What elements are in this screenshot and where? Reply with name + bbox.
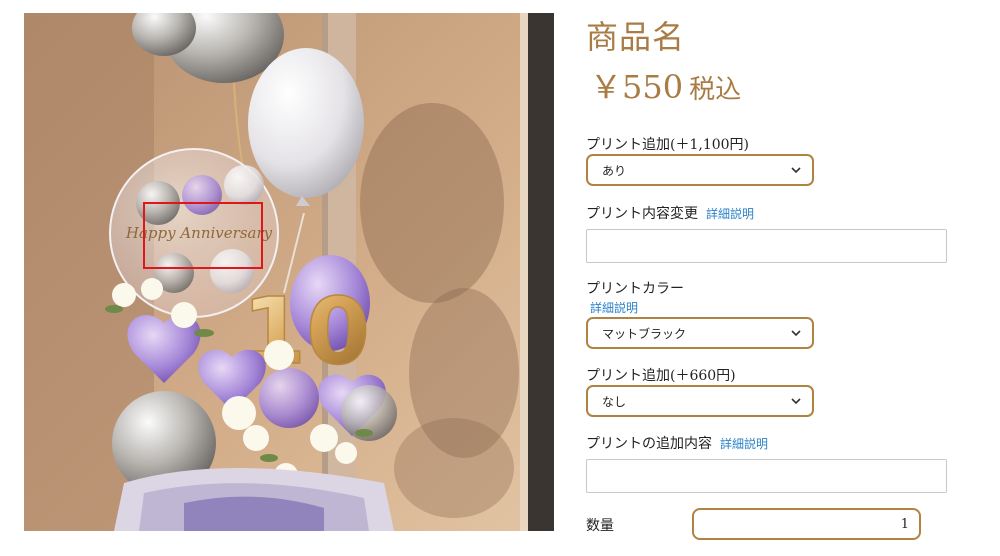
print-add-label: プリント追加(＋1,100円) xyxy=(586,137,750,153)
print-add2-label: プリント追加(＋660円) xyxy=(586,368,736,384)
price-tax-label: 税込 xyxy=(689,75,742,105)
print-extra-help-link[interactable]: 詳細説明 xyxy=(720,437,768,451)
print-change-label-row: プリント内容変更 詳細説明 xyxy=(586,203,754,223)
price-amount: ￥550 xyxy=(590,68,684,106)
print-change-label: プリント内容変更 xyxy=(586,206,698,222)
balloon-bouquet-illustration: Happy Anniversary 10 xyxy=(24,13,554,531)
print-add-selected-value: あり xyxy=(602,163,627,178)
print-add-select[interactable]: あり xyxy=(586,154,814,186)
product-price: ￥550 税込 xyxy=(590,62,741,108)
print-extra-input[interactable] xyxy=(586,459,947,493)
quantity-label: 数量 xyxy=(586,518,614,534)
product-image: Happy Anniversary 10 xyxy=(24,13,554,531)
quantity-input[interactable]: 1 xyxy=(692,508,921,540)
print-color-selected-value: マットブラック xyxy=(602,326,687,341)
print-add2-select[interactable]: なし xyxy=(586,385,814,417)
highlight-box xyxy=(143,202,263,269)
product-title: 商品名 xyxy=(586,18,686,56)
chevron-down-icon xyxy=(790,164,802,176)
chevron-down-icon xyxy=(790,327,802,339)
print-extra-label: プリントの追加内容 xyxy=(586,436,712,452)
print-add2-selected-value: なし xyxy=(602,394,627,409)
print-extra-label-row: プリントの追加内容 詳細説明 xyxy=(586,433,768,453)
print-color-label: プリントカラー xyxy=(586,281,684,297)
print-color-help-link[interactable]: 詳細説明 xyxy=(590,299,638,316)
print-change-input[interactable] xyxy=(586,229,947,263)
print-change-help-link[interactable]: 詳細説明 xyxy=(706,207,754,221)
print-color-select[interactable]: マットブラック xyxy=(586,317,814,349)
chevron-down-icon xyxy=(790,395,802,407)
quantity-value: 1 xyxy=(900,516,909,532)
